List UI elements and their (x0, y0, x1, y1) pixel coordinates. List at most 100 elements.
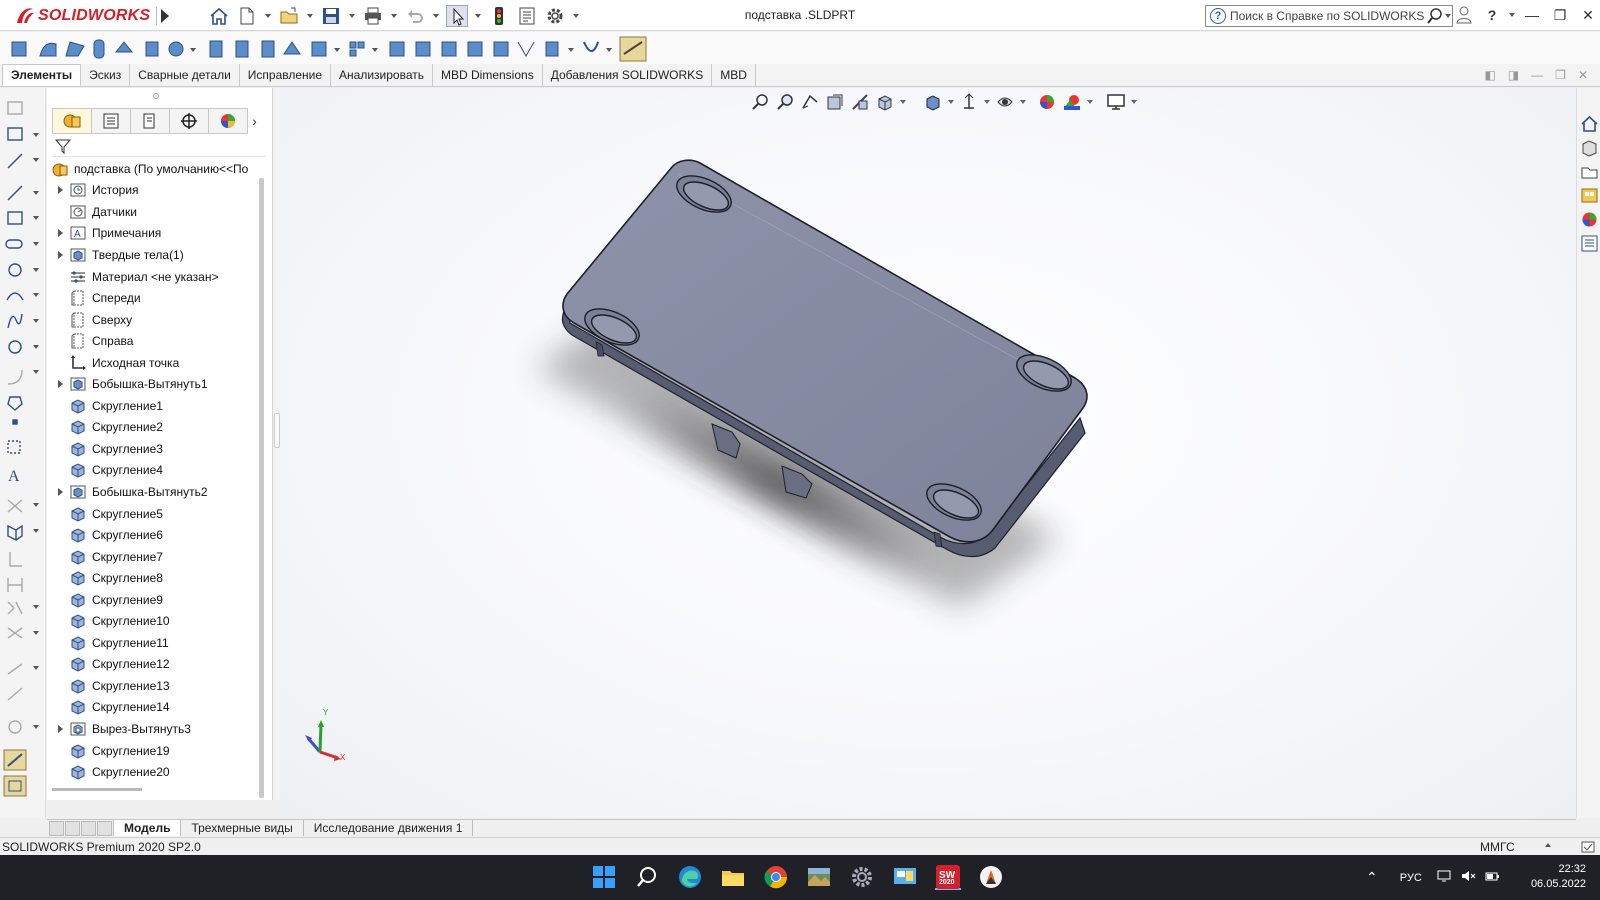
tree-item[interactable]: Бобышка-Вытянуть2 (47, 481, 265, 503)
minimize-icon[interactable]: — (1520, 4, 1544, 26)
open-dropdown-icon[interactable] (306, 5, 314, 27)
tree-item[interactable]: Скругление10 (47, 610, 265, 632)
file-explorer-icon[interactable] (1580, 162, 1599, 181)
tab-direct-editing[interactable]: Исправление (240, 64, 332, 86)
tree-item[interactable]: Скругление7 (47, 546, 265, 568)
part-model-render[interactable] (280, 88, 1576, 818)
doc-close-icon[interactable]: ✕ (1578, 68, 1588, 82)
control-panel-icon[interactable] (892, 864, 918, 890)
close-icon[interactable]: ✕ (1576, 4, 1600, 26)
print-icon[interactable] (362, 5, 384, 27)
save-dropdown-icon[interactable] (348, 5, 356, 27)
windows-start-icon[interactable] (591, 864, 617, 890)
input-language[interactable]: РУС (1400, 872, 1422, 884)
tree-item[interactable]: Скругление11 (47, 632, 265, 654)
user-account-icon[interactable] (1452, 4, 1476, 26)
doc-restore-icon[interactable]: ❐ (1555, 68, 1566, 82)
save-icon[interactable] (320, 5, 342, 27)
edge-browser-icon[interactable] (677, 864, 703, 890)
photos-app-icon[interactable] (806, 864, 832, 890)
units-caret-icon[interactable] (1545, 843, 1551, 847)
print-dropdown-icon[interactable] (390, 5, 398, 27)
menu-expand-arrow-icon[interactable] (156, 7, 170, 25)
tree-horizontal-scrollbar[interactable] (52, 788, 142, 791)
undo-icon[interactable] (404, 5, 426, 27)
tree-item[interactable]: Скругление8 (47, 567, 265, 589)
tree-item[interactable]: Скругление19 (47, 740, 265, 762)
tab-mbd-dimensions[interactable]: MBD Dimensions (433, 64, 543, 86)
options-dropdown-icon[interactable] (572, 5, 580, 27)
solidworks-logo[interactable]: SOLIDWORKS (14, 4, 150, 28)
tree-item[interactable]: Скругление12 (47, 654, 265, 676)
rebuild-traffic-light-icon[interactable] (488, 5, 510, 27)
tab-solidworks-addins[interactable]: Добавления SOLIDWORKS (543, 64, 713, 86)
options-gear-icon[interactable] (544, 5, 566, 27)
tree-item[interactable]: Скругление13 (47, 675, 265, 697)
custom-properties-icon[interactable] (1580, 234, 1599, 253)
tab-motion-study[interactable]: Исследование движения 1 (304, 820, 474, 836)
search-dropdown-icon[interactable] (1444, 5, 1452, 27)
tree-item[interactable]: Твердые тела(1) (47, 244, 265, 266)
settings-gear-taskbar-icon[interactable] (849, 864, 875, 890)
expand-arrow-icon[interactable] (57, 185, 65, 195)
tab-scroll-buttons[interactable] (49, 820, 113, 836)
configurationmanager-tab-icon[interactable] (130, 108, 169, 134)
tree-item[interactable]: Скругление1 (47, 395, 265, 417)
help-search-box[interactable]: ? Поиск в Справке по SOLIDWORKS (1205, 5, 1453, 27)
tab-weldments[interactable]: Сварные детали (130, 64, 240, 86)
tile-right-icon[interactable]: ◨ (1508, 68, 1519, 82)
tree-item[interactable]: Материал <не указан> (47, 266, 265, 288)
tree-item[interactable]: Датчики (47, 201, 265, 223)
tree-item[interactable]: Скругление20 (47, 761, 265, 783)
expand-arrow-icon[interactable] (57, 228, 65, 238)
home-icon[interactable] (208, 5, 230, 27)
tree-item[interactable]: Скругление6 (47, 524, 265, 546)
tray-overflow-chevron-icon[interactable]: ⌃ (1366, 869, 1378, 886)
tree-item[interactable]: A Примечания (47, 223, 265, 245)
search-icon[interactable] (1426, 7, 1444, 25)
design-library-icon[interactable] (1580, 138, 1599, 157)
help-icon[interactable]: ? (1480, 4, 1504, 26)
tree-item[interactable]: Скругление9 (47, 589, 265, 611)
new-dropdown-icon[interactable] (264, 5, 272, 27)
tab-3d-views[interactable]: Трехмерные виды (181, 820, 304, 836)
unit-system[interactable]: ММГС (1480, 840, 1515, 854)
appearances-scenes-icon[interactable] (1580, 210, 1599, 229)
featuremanager-tab-icon[interactable] (52, 108, 91, 134)
tab-features[interactable]: Элементы (2, 64, 82, 86)
doc-minimize-icon[interactable]: — (1531, 68, 1543, 82)
file-properties-icon[interactable] (516, 5, 538, 27)
undo-dropdown-icon[interactable] (432, 5, 440, 27)
view-palette-icon[interactable] (1580, 186, 1599, 205)
tree-item[interactable]: Скругление4 (47, 460, 265, 482)
tab-model[interactable]: Модель (113, 820, 182, 836)
open-folder-icon[interactable] (278, 5, 300, 27)
tree-item[interactable]: История (47, 180, 265, 202)
select-pointer-icon[interactable] (446, 5, 468, 27)
restore-icon[interactable]: ❐ (1548, 4, 1572, 26)
graphics-area[interactable]: Y X (280, 88, 1576, 818)
search-taskbar-icon[interactable] (634, 864, 660, 890)
chrome-browser-icon[interactable] (763, 864, 789, 890)
expand-arrow-icon[interactable] (57, 250, 65, 260)
new-document-icon[interactable] (236, 5, 258, 27)
tree-item[interactable]: Скругление14 (47, 697, 265, 719)
expand-arrow-icon[interactable] (57, 487, 65, 497)
tree-item[interactable]: Бобышка-Вытянуть1 (47, 373, 265, 395)
tree-root-part[interactable]: подставка (По умолчанию<<По (47, 158, 265, 180)
network-icon[interactable] (1436, 868, 1452, 887)
filter-icon[interactable] (54, 137, 72, 155)
battery-icon[interactable] (1484, 868, 1500, 887)
dimxpert-tab-icon[interactable] (169, 108, 208, 134)
tree-item[interactable]: Скругление3 (47, 438, 265, 460)
tab-sketch[interactable]: Эскиз (81, 64, 131, 86)
taskbar-clock[interactable]: 22:32 06.05.2022 (1531, 862, 1586, 892)
tree-item[interactable]: Исходная точка (47, 352, 265, 374)
solidworks-resources-home-icon[interactable] (1580, 114, 1599, 133)
compass-app-icon[interactable] (978, 864, 1004, 890)
help-dropdown-icon[interactable] (1508, 4, 1516, 26)
propertymanager-tab-icon[interactable] (91, 108, 130, 134)
file-explorer-taskbar-icon[interactable] (720, 864, 746, 890)
expand-arrow-icon[interactable] (57, 379, 65, 389)
expand-arrow-icon[interactable] (57, 724, 65, 734)
